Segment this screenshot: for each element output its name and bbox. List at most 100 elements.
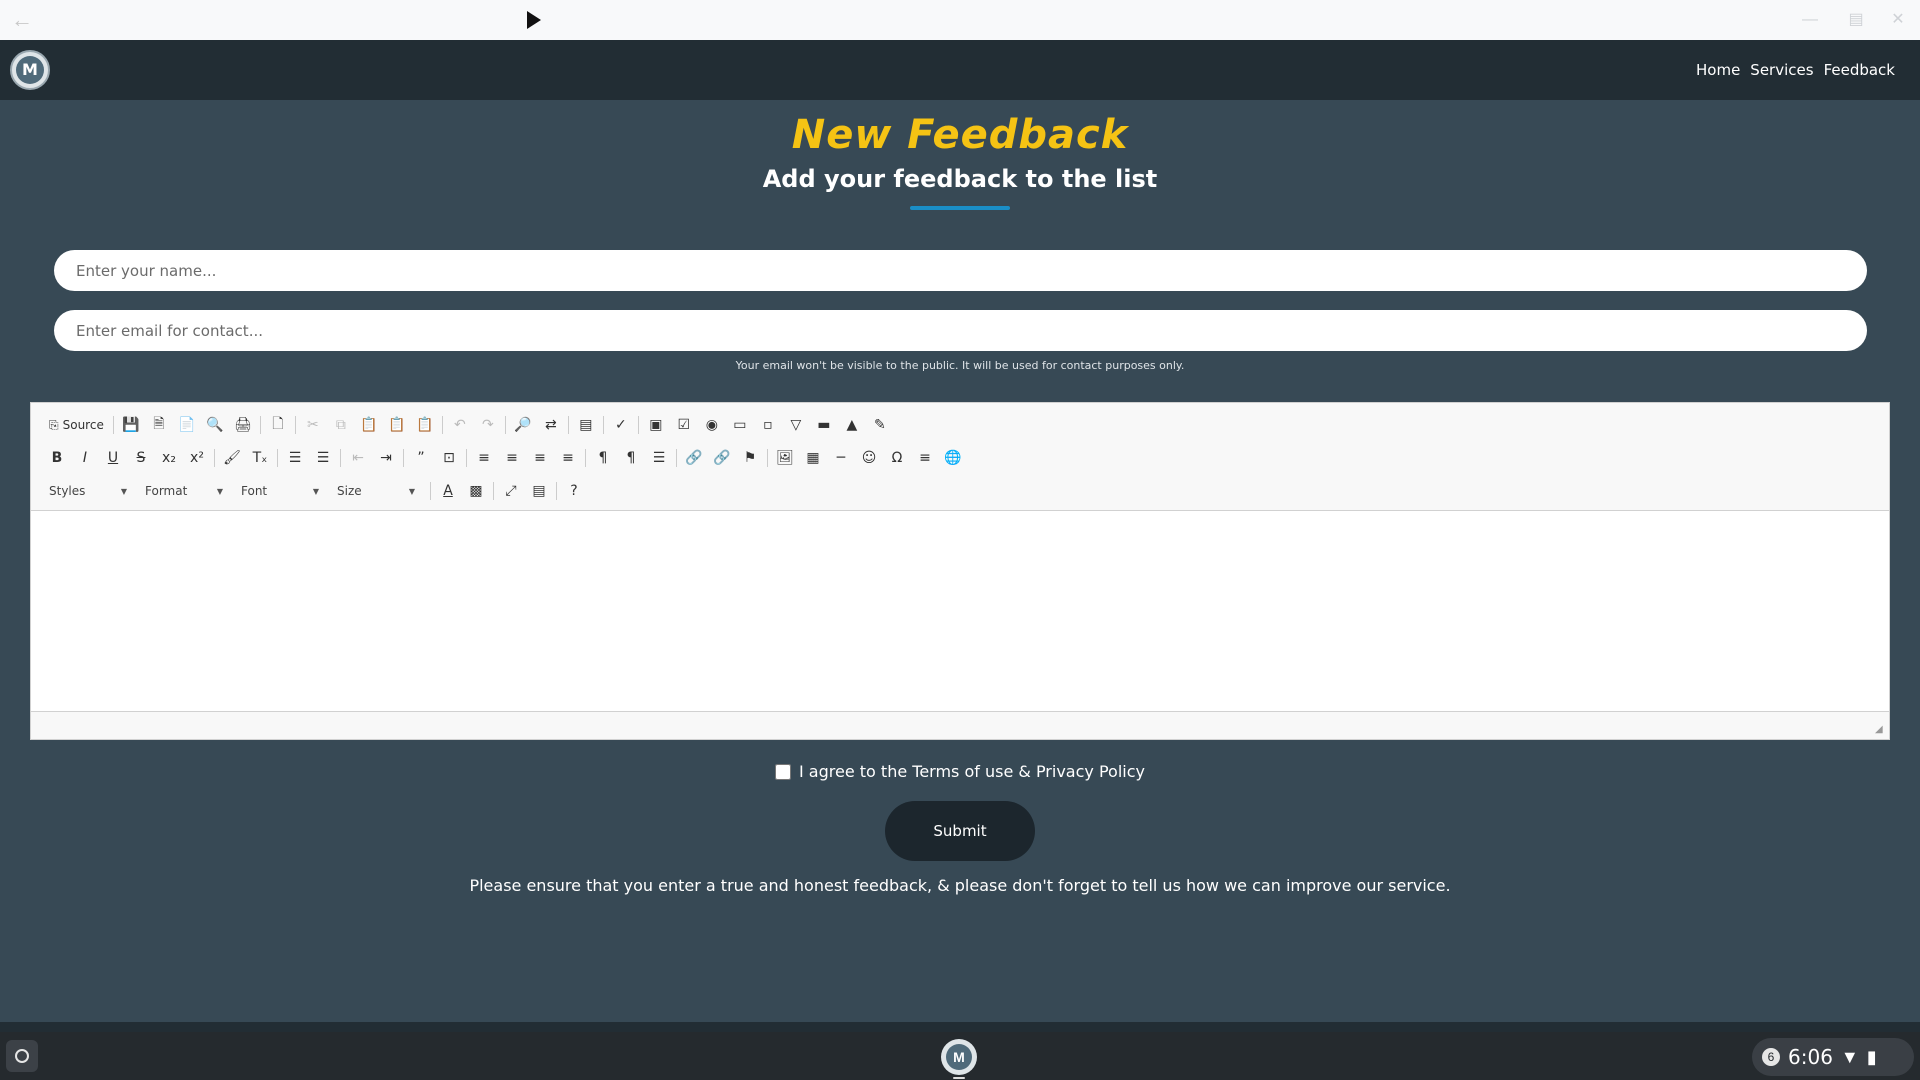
page-subtitle: Add your feedback to the list bbox=[762, 165, 1158, 193]
paste-text-icon[interactable]: 📋 bbox=[383, 412, 411, 438]
bold-icon[interactable]: B bbox=[43, 445, 71, 471]
logo[interactable]: M bbox=[10, 50, 50, 90]
toolbar-separator bbox=[466, 449, 467, 467]
iframe-icon[interactable]: 🌐 bbox=[939, 445, 967, 471]
toolbar-separator bbox=[493, 482, 494, 500]
italic-icon[interactable]: I bbox=[71, 445, 99, 471]
back-arrow-icon[interactable]: ← bbox=[10, 8, 34, 32]
link-icon[interactable]: 🔗 bbox=[680, 445, 708, 471]
toolbar-separator bbox=[441, 416, 443, 434]
bulleted-list-icon[interactable]: ☰ bbox=[309, 445, 337, 471]
image-icon[interactable]: 🖼 bbox=[771, 445, 799, 471]
page-title: New Feedback bbox=[791, 112, 1129, 158]
show-blocks-icon[interactable]: ▤ bbox=[525, 478, 553, 504]
nav-feedback[interactable]: Feedback bbox=[1824, 61, 1895, 79]
notification-badge: 6 bbox=[1762, 1048, 1780, 1066]
minimize-icon[interactable]: — bbox=[1798, 8, 1822, 32]
strikethrough-icon[interactable]: S bbox=[127, 445, 155, 471]
battery-icon: ▮ bbox=[1866, 1046, 1877, 1067]
wifi-icon: ▼ bbox=[1840, 1046, 1859, 1067]
templates-icon[interactable]: 🗋 bbox=[264, 412, 292, 438]
align-center-icon[interactable]: ≡ bbox=[498, 445, 526, 471]
smiley-icon[interactable]: ☺ bbox=[855, 445, 883, 471]
align-justify-icon[interactable]: ≡ bbox=[554, 445, 582, 471]
source-button[interactable]: ⎘ Source bbox=[43, 412, 110, 438]
new-page-icon[interactable]: 🗎 bbox=[145, 412, 173, 438]
styles-dropdown[interactable]: Styles ▼ bbox=[43, 480, 133, 502]
form-icon[interactable]: ▣ bbox=[642, 412, 670, 438]
launcher-button[interactable] bbox=[6, 1040, 38, 1072]
align-right-icon[interactable]: ≡ bbox=[526, 445, 554, 471]
background-color-icon[interactable]: ▩ bbox=[462, 478, 490, 504]
anchor-icon[interactable]: ⚑ bbox=[736, 445, 764, 471]
div-container-icon[interactable]: ⊡ bbox=[435, 445, 463, 471]
shelf-app-icon[interactable]: M bbox=[941, 1039, 977, 1075]
replace-icon[interactable]: ⇄ bbox=[537, 412, 565, 438]
hidden-field-icon[interactable]: ✎ bbox=[866, 412, 894, 438]
undo-icon[interactable]: ↶ bbox=[446, 412, 474, 438]
preview-icon[interactable]: 🔍 bbox=[201, 412, 229, 438]
paste-icon[interactable]: 📋 bbox=[355, 412, 383, 438]
numbered-list-icon[interactable]: ☰ bbox=[281, 445, 309, 471]
select-all-icon[interactable]: ▤ bbox=[572, 412, 600, 438]
copy-icon[interactable]: ⧉ bbox=[327, 412, 355, 438]
spellcheck-icon[interactable]: ✓ bbox=[607, 412, 635, 438]
table-icon[interactable]: ▦ bbox=[799, 445, 827, 471]
radio-icon[interactable]: ◉ bbox=[698, 412, 726, 438]
paste-word-icon[interactable]: 📋 bbox=[411, 412, 439, 438]
export-pdf-icon[interactable]: 📄 bbox=[173, 412, 201, 438]
outdent-icon[interactable]: ⇤ bbox=[344, 445, 372, 471]
rtl-icon[interactable]: ¶ bbox=[617, 445, 645, 471]
underline-icon[interactable]: U bbox=[99, 445, 127, 471]
text-field-icon[interactable]: ▭ bbox=[726, 412, 754, 438]
cut-icon[interactable]: ✂ bbox=[299, 412, 327, 438]
language-icon[interactable]: ☰ bbox=[645, 445, 673, 471]
align-left-icon[interactable]: ≡ bbox=[470, 445, 498, 471]
toolbar-separator bbox=[277, 449, 278, 467]
terms-agreement: I agree to the Terms of use & Privacy Po… bbox=[0, 762, 1920, 781]
feedback-note: Please ensure that you enter a true and … bbox=[469, 876, 1451, 895]
page-break-icon[interactable]: ≡ bbox=[911, 445, 939, 471]
blockquote-icon[interactable]: ” bbox=[407, 445, 435, 471]
font-dropdown[interactable]: Font ▼ bbox=[235, 480, 325, 502]
help-icon[interactable]: ? bbox=[560, 478, 588, 504]
select-field-icon[interactable]: ▽ bbox=[782, 412, 810, 438]
remove-format-icon[interactable]: Tₓ bbox=[246, 445, 274, 471]
clock: 6:06 bbox=[1788, 1045, 1833, 1069]
unlink-icon[interactable]: 🔗 bbox=[708, 445, 736, 471]
superscript-icon[interactable]: x² bbox=[183, 445, 211, 471]
copy-format-icon[interactable]: 🖌 bbox=[218, 445, 246, 471]
checkbox-icon[interactable]: ☑ bbox=[670, 412, 698, 438]
editor-content-area[interactable] bbox=[31, 511, 1889, 711]
resize-handle-icon[interactable]: ◢ bbox=[1875, 725, 1885, 735]
status-tray[interactable]: 6 6:06 ▼ ▮ bbox=[1752, 1038, 1914, 1076]
email-input[interactable] bbox=[54, 310, 1867, 351]
find-icon[interactable]: 🔎 bbox=[509, 412, 537, 438]
image-button-icon[interactable]: ▲ bbox=[838, 412, 866, 438]
maximize-icon[interactable]: ▤ bbox=[1844, 8, 1868, 32]
button-icon[interactable]: ▬ bbox=[810, 412, 838, 438]
special-char-icon[interactable]: Ω bbox=[883, 445, 911, 471]
nav-home[interactable]: Home bbox=[1696, 61, 1740, 79]
toolbar-separator bbox=[556, 482, 557, 500]
close-icon[interactable]: ✕ bbox=[1886, 8, 1910, 32]
redo-icon[interactable]: ↷ bbox=[474, 412, 502, 438]
format-dropdown[interactable]: Format ▼ bbox=[139, 480, 229, 502]
toolbar-row-2: B I U S x₂ x² 🖌 Tₓ ☰ ☰ ⇤ ⇥ ” ⊡ ≡ ≡ ≡ ≡ ¶… bbox=[43, 444, 967, 472]
print-icon[interactable]: 🖨 bbox=[229, 412, 257, 438]
name-input[interactable] bbox=[54, 250, 1867, 291]
size-dropdown[interactable]: Size ▼ bbox=[331, 480, 421, 502]
terms-label[interactable]: I agree to the Terms of use & Privacy Po… bbox=[799, 762, 1145, 781]
nav-services[interactable]: Services bbox=[1750, 61, 1813, 79]
textarea-icon[interactable]: ▫ bbox=[754, 412, 782, 438]
indent-icon[interactable]: ⇥ bbox=[372, 445, 400, 471]
maximize-editor-icon[interactable]: ⤢ bbox=[497, 478, 525, 504]
submit-button[interactable]: Submit bbox=[885, 801, 1035, 861]
horizontal-line-icon[interactable]: ─ bbox=[827, 445, 855, 471]
app-header: M Home Services Feedback bbox=[0, 40, 1920, 100]
ltr-icon[interactable]: ¶ bbox=[589, 445, 617, 471]
save-icon[interactable]: 💾 bbox=[117, 412, 145, 438]
subscript-icon[interactable]: x₂ bbox=[155, 445, 183, 471]
terms-checkbox[interactable] bbox=[775, 763, 791, 780]
text-color-icon[interactable]: A bbox=[434, 478, 462, 504]
